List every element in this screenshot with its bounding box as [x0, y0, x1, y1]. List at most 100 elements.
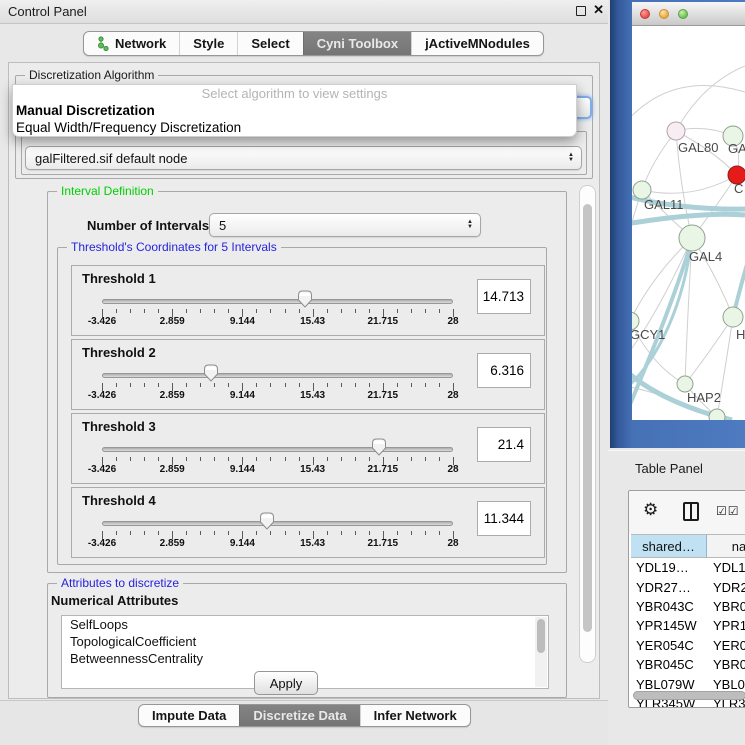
- zoom-traffic-light-icon[interactable]: [678, 9, 688, 19]
- tab-label: Infer Network: [374, 708, 457, 723]
- number-of-intervals-combobox[interactable]: 5 ▲▼: [209, 213, 481, 237]
- network-view-window[interactable]: GAL80GALCGAL11GAL4GCY1HHAP2: [610, 0, 745, 448]
- number-of-intervals-label: Number of Intervals: [87, 218, 209, 233]
- cell-name: YBR045C: [707, 657, 745, 672]
- column-header-name[interactable]: name: [707, 535, 745, 557]
- close-traffic-light-icon[interactable]: [640, 9, 650, 19]
- tab-network[interactable]: Network: [84, 32, 179, 55]
- threshold-title: Threshold 1: [82, 271, 156, 286]
- column-layout-icon[interactable]: [683, 502, 699, 521]
- tab-infer-network[interactable]: Infer Network: [360, 705, 470, 726]
- threshold-slider-track[interactable]: [102, 299, 453, 304]
- slider-scale-label: -3.426: [88, 538, 116, 549]
- table-row[interactable]: YDL19…YDL19: [631, 558, 745, 577]
- number-of-intervals-value: 5: [219, 214, 226, 236]
- slider-scale-label: 15.43: [300, 538, 325, 549]
- tab-discretize-data[interactable]: Discretize Data: [239, 705, 359, 726]
- slider-scale-label: 2.859: [160, 538, 185, 549]
- node-label: C: [734, 181, 743, 196]
- slider-scale-label: 15.43: [300, 316, 325, 327]
- node-label: H: [736, 327, 745, 342]
- network-canvas[interactable]: GAL80GALCGAL11GAL4GCY1HHAP2: [632, 26, 745, 420]
- threshold-value-field[interactable]: 11.344: [477, 501, 531, 536]
- table-horizontal-scrollbar[interactable]: [633, 691, 745, 700]
- attribute-list-item[interactable]: TopologicalCoefficient: [62, 633, 548, 650]
- cell-name: YBL079W: [707, 677, 745, 692]
- top-tab-bar: Network Style Select Cyni Toolbox jActiveMNo…: [83, 31, 544, 56]
- slider-scale-label: 9.144: [230, 316, 255, 327]
- threshold-value-field[interactable]: 6.316: [477, 353, 531, 388]
- apply-button[interactable]: Apply: [254, 671, 318, 695]
- tab-jactivemnodules[interactable]: jActiveMNodules: [411, 32, 543, 55]
- cell-shared-name: YBL079W: [631, 677, 707, 692]
- select-columns-icon[interactable]: ☑☑: [716, 504, 740, 518]
- bottom-tab-bar: Impute DataDiscretize Data Infer Network: [138, 704, 471, 727]
- cell-shared-name: YDR27…: [631, 580, 707, 595]
- slider-scale-label: -3.426: [88, 464, 116, 475]
- table-row[interactable]: YDR27…YDR27: [631, 577, 745, 596]
- tab-label: Network: [115, 36, 166, 51]
- control-panel: Control Panel ✕ Network Style Select Cyni T…: [0, 0, 608, 745]
- network-node-gal80[interactable]: [667, 122, 685, 140]
- table-row[interactable]: YPR145WYPR145W: [631, 616, 745, 635]
- tab-impute-data[interactable]: Impute Data: [139, 705, 239, 726]
- gear-icon[interactable]: ⚙: [643, 500, 658, 520]
- slider-scale-label: 21.715: [368, 390, 399, 401]
- float-window-icon[interactable]: [576, 6, 586, 16]
- slider-scale-label: 28: [447, 464, 458, 475]
- node-label: GCY1: [632, 327, 665, 342]
- dropdown-prompt-item[interactable]: Select algorithm to view settings: [13, 85, 576, 102]
- cell-shared-name: YER054C: [631, 638, 707, 653]
- threshold-slider-track[interactable]: [102, 373, 453, 378]
- threshold-row-4: Threshold 4-3.4262.8599.14415.4321.71528…: [71, 487, 545, 558]
- attribute-list-item[interactable]: SelfLoops: [62, 616, 548, 633]
- slider-scale-label: 2.859: [160, 316, 185, 327]
- attribute-list-item[interactable]: BetweennessCentrality: [62, 650, 548, 667]
- minimize-traffic-light-icon[interactable]: [659, 9, 669, 19]
- tab-select[interactable]: Select: [237, 32, 302, 55]
- dropdown-option-manual[interactable]: Manual Discretization: [13, 102, 576, 119]
- threshold-slider-track[interactable]: [102, 447, 453, 452]
- network-node-gal4[interactable]: [679, 225, 705, 251]
- tab-style[interactable]: Style: [179, 32, 237, 55]
- threshold-value-field[interactable]: 21.4: [477, 427, 531, 462]
- network-node[interactable]: [709, 409, 725, 420]
- network-node-h[interactable]: [723, 307, 743, 327]
- discretization-algorithm-label: Discretization Algorithm: [25, 68, 158, 82]
- algorithm-dropdown-popup: Select algorithm to view settings Manual…: [12, 84, 577, 137]
- control-panel-titlebar: Control Panel ✕: [0, 0, 608, 24]
- column-header-shared-name[interactable]: shared…: [631, 535, 707, 557]
- table-row[interactable]: YER054CYER054C: [631, 636, 745, 655]
- table-panel-toolbar: ⚙ ☑☑: [629, 491, 745, 534]
- attributes-list-scrollbar[interactable]: [535, 617, 547, 687]
- slider-scale-label: 28: [447, 390, 458, 401]
- cell-shared-name: YBR045C: [631, 657, 707, 672]
- table-data-combobox-value: galFiltered.sif default node: [35, 147, 187, 169]
- close-icon[interactable]: ✕: [593, 2, 604, 18]
- cell-name: YER054C: [707, 638, 745, 653]
- combo-stepper-icon: ▲▼: [467, 220, 473, 230]
- network-window-titlebar[interactable]: [632, 2, 745, 26]
- slider-scale-label: 9.144: [230, 538, 255, 549]
- table-row[interactable]: YBR045CYBR045C: [631, 655, 745, 674]
- tab-content-panel: Discretization Algorithm Table Data galF…: [8, 62, 600, 699]
- threshold-slider-track[interactable]: [102, 521, 453, 526]
- table-data-combobox[interactable]: galFiltered.sif default node ▲▼: [25, 146, 582, 170]
- cell-name: YPR145W: [707, 618, 745, 633]
- table-panel-header: Table Panel: [608, 450, 745, 488]
- threshold-value-field[interactable]: 14.713: [477, 279, 531, 314]
- tab-label: jActiveMNodules: [425, 36, 530, 51]
- slider-scale-label: 15.43: [300, 464, 325, 475]
- table-row[interactable]: YBR043CYBR043C: [631, 597, 745, 616]
- tab-cyni-toolbox[interactable]: Cyni Toolbox: [303, 32, 411, 55]
- dropdown-option-equal-width[interactable]: Equal Width/Frequency Discretization: [13, 119, 576, 136]
- cell-shared-name: YPR145W: [631, 618, 707, 633]
- network-graph: GAL80GALCGAL11GAL4GCY1HHAP2: [632, 26, 745, 420]
- content-vertical-scrollbar[interactable]: [579, 185, 596, 663]
- tab-label: Style: [193, 36, 224, 51]
- cell-name: YDL19: [707, 560, 745, 575]
- slider-scale-label: 28: [447, 316, 458, 327]
- slider-scale-label: -3.426: [88, 316, 116, 327]
- tab-label: Select: [251, 36, 289, 51]
- slider-scale-label: 15.43: [300, 390, 325, 401]
